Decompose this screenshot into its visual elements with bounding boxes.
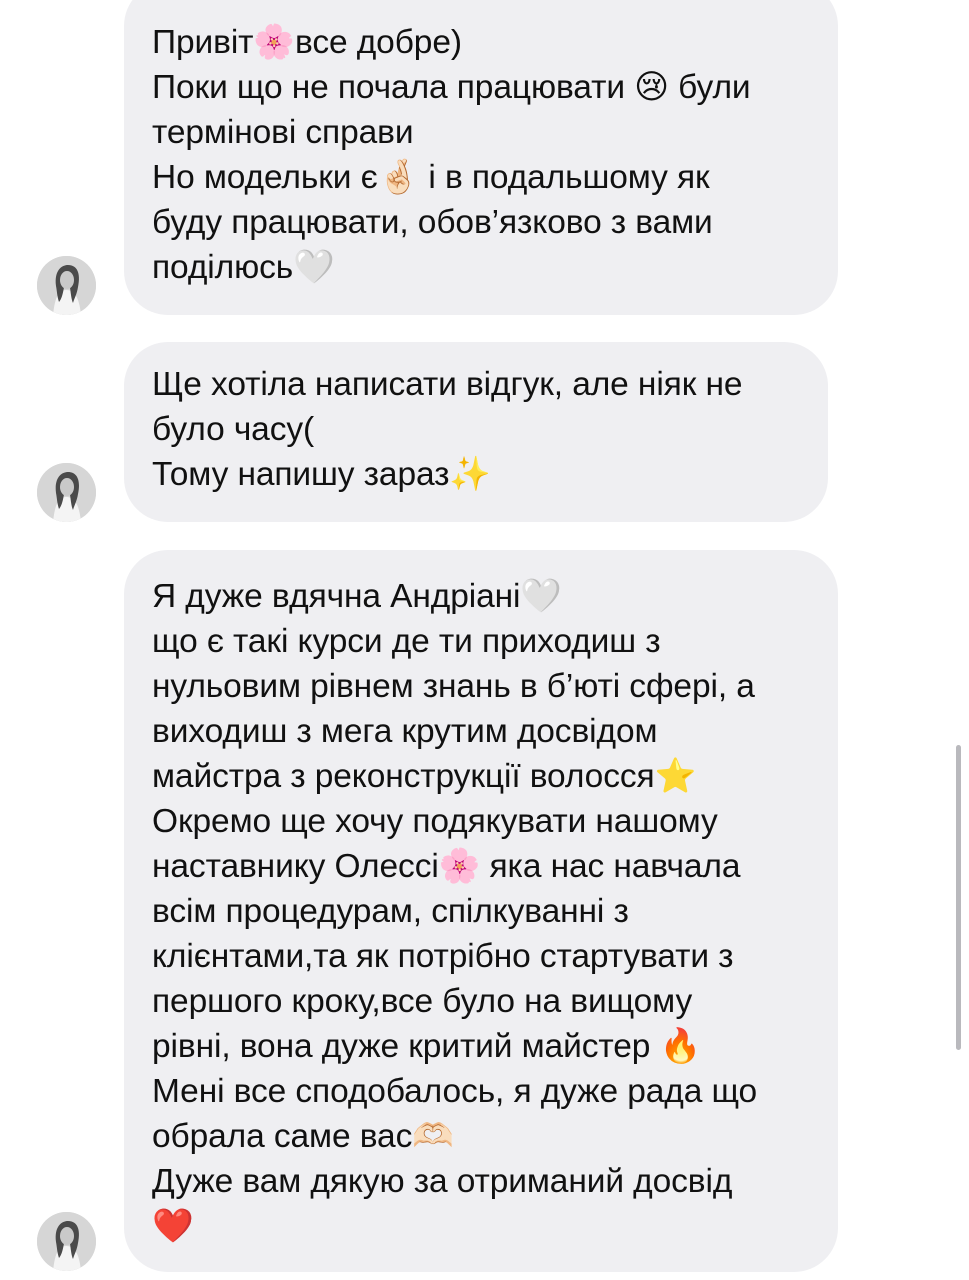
message-line: було часу( [152, 411, 315, 448]
message-line: Дуже вам дякую за отриманий досвід [152, 1163, 733, 1200]
sender-avatar[interactable] [37, 1212, 96, 1271]
message-line: рівні, вона дуже критий майстер 🔥 [152, 1028, 702, 1065]
message-line: Окремо ще хочу подякувати нашому [152, 803, 718, 840]
sender-avatar[interactable] [37, 256, 96, 315]
message-line: Но модельки є🤞🏻 і в подальшому як [152, 159, 710, 196]
message-line: ❤️ [152, 1208, 194, 1245]
scrollbar[interactable] [956, 745, 961, 1050]
message-line: майстра з реконструкції волосся⭐️ [152, 758, 697, 795]
message-line: першого кроку,все було на вищому [152, 983, 693, 1020]
message-line: наставнику Олессі🌸 яка нас навчала [152, 848, 741, 885]
message-line: обрала саме вас🫶🏻 [152, 1118, 454, 1155]
message-line: клієнтами,та як потрібно стартувати з [152, 938, 734, 975]
message-line: виходиш з мега крутим досвідом [152, 713, 658, 750]
message-line: буду працювати, обов’язково з вами [152, 204, 713, 241]
message-line: Я дуже вдячна Андріані🤍 [152, 578, 562, 615]
message-line: що є такі курси де ти приходиш з [152, 623, 661, 660]
message-line: Ще хотіла написати відгук, але ніяк не [152, 366, 743, 403]
message-line: поділюсь🤍 [152, 249, 335, 286]
sender-avatar[interactable] [37, 463, 96, 522]
message-line: всім процедурам, спілкуванні з [152, 893, 629, 930]
message-line: нульовим рівнем знань в б’юті сфері, а [152, 668, 755, 705]
message-line: Мені все сподобалось, я дуже рада що [152, 1073, 758, 1110]
message-line: Привіт🌸все добре) [152, 24, 462, 61]
message-line: Тому напишу зараз✨ [152, 456, 492, 493]
message-line: Поки що не почала працювати 😢 були [152, 69, 751, 106]
chat-thread: Привіт🌸все добре) Поки що не почала прац… [0, 0, 969, 1280]
message-bubble[interactable]: Я дуже вдячна Андріані🤍 що є такі курси … [124, 550, 838, 1272]
message-bubble[interactable]: Привіт🌸все добре) Поки що не почала прац… [124, 0, 838, 315]
message-line: термінові справи [152, 114, 414, 151]
message-bubble[interactable]: Ще хотіла написати відгук, але ніяк не б… [124, 342, 828, 522]
